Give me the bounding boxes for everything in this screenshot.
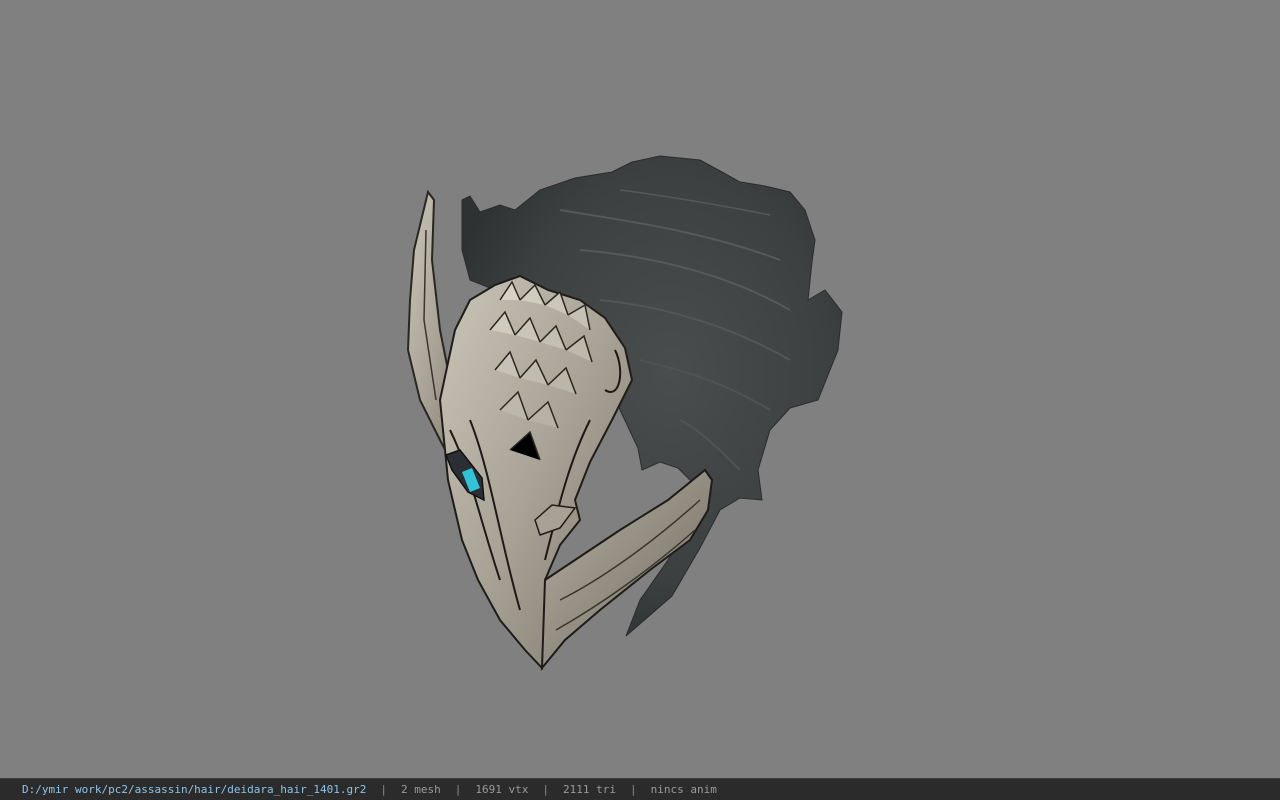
hair-helmet-3d-model[interactable] xyxy=(0,0,1280,778)
status-separator: | xyxy=(454,783,462,796)
mesh-count-label: 2 mesh xyxy=(401,783,441,796)
status-bar: D:/ymir work/pc2/assassin/hair/deidara_h… xyxy=(0,778,1280,800)
animation-status-label: nincs anim xyxy=(650,783,717,796)
triangle-count-label: 2111 tri xyxy=(562,783,616,796)
status-separator: | xyxy=(629,783,637,796)
file-path-label: D:/ymir work/pc2/assassin/hair/deidara_h… xyxy=(22,783,367,796)
vertex-count-label: 1691 vtx xyxy=(475,783,529,796)
3d-viewport[interactable] xyxy=(0,0,1280,778)
mask-plate xyxy=(438,274,634,671)
status-separator: | xyxy=(542,783,549,796)
status-separator: | xyxy=(380,783,387,796)
